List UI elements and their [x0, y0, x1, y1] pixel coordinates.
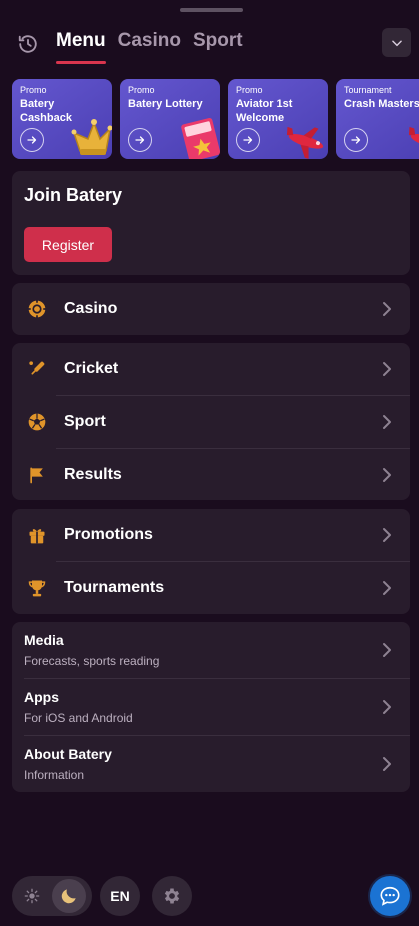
chevron-right-icon — [383, 643, 391, 657]
cricket-bat-icon — [26, 358, 48, 380]
gear-icon — [164, 888, 180, 904]
plane-icon — [286, 126, 324, 159]
casino-chip-icon — [26, 298, 48, 320]
gift-icon — [26, 524, 48, 546]
info-item-media[interactable]: Media Forecasts, sports reading — [12, 622, 410, 679]
lottery-ticket-icon — [181, 117, 220, 159]
chevron-right-icon — [383, 468, 391, 482]
soccer-ball-icon — [26, 411, 48, 433]
info-subtitle: Information — [24, 768, 85, 782]
header: Menu Casino Sport — [0, 24, 419, 68]
tab-casino[interactable]: Casino — [118, 30, 181, 62]
menu-item-label: Tournaments — [64, 579, 165, 596]
drag-handle[interactable] — [180, 8, 243, 12]
tab-sport[interactable]: Sport — [193, 30, 243, 62]
menu-item-promotions[interactable]: Promotions — [12, 509, 410, 562]
info-title: Apps — [24, 689, 59, 705]
join-title: Join Batery — [24, 185, 123, 205]
menu-item-label: Cricket — [64, 360, 119, 377]
moon-icon[interactable] — [52, 879, 86, 913]
chevron-down-icon — [391, 40, 402, 46]
flag-icon — [26, 464, 48, 486]
promo-tag: Tournament — [344, 85, 392, 95]
promo-tag: Promo — [128, 85, 155, 95]
promo-card-crash-masters[interactable]: Tournament Crash Masters — [336, 79, 419, 159]
info-group: Media Forecasts, sports reading Apps For… — [12, 622, 410, 792]
arrow-right-icon[interactable] — [236, 128, 260, 152]
menu-item-label: Casino — [64, 300, 118, 317]
history-icon[interactable] — [14, 30, 42, 58]
info-subtitle: For iOS and Android — [24, 711, 133, 725]
menu-group-sports: Cricket Sport Results — [12, 343, 410, 500]
menu-item-sport[interactable]: Sport — [12, 396, 410, 449]
register-button[interactable]: Register — [24, 227, 112, 262]
language-button[interactable]: EN — [100, 876, 140, 916]
promo-tag: Promo — [236, 85, 263, 95]
arrow-right-icon[interactable] — [128, 128, 152, 152]
chat-button[interactable] — [370, 876, 410, 916]
info-title: About Batery — [24, 746, 112, 762]
theme-toggle[interactable] — [12, 876, 92, 916]
promo-title: Batery Lottery — [128, 98, 203, 110]
tab-bar: Menu Casino Sport — [56, 30, 243, 64]
menu-item-label: Promotions — [64, 526, 153, 543]
arrow-right-icon[interactable] — [344, 128, 368, 152]
chevron-right-icon — [383, 581, 391, 595]
promo-card-cashback[interactable]: Promo Batery Cashback — [12, 79, 112, 159]
tab-menu[interactable]: Menu — [56, 30, 106, 64]
join-panel: Join Batery Register — [12, 171, 410, 275]
chevron-right-icon — [383, 415, 391, 429]
menu-group-casino: Casino — [12, 283, 410, 335]
chevron-right-icon — [383, 700, 391, 714]
menu-item-casino[interactable]: Casino — [12, 283, 410, 336]
promo-carousel[interactable]: Promo Batery Cashback Promo Batery Lotte… — [12, 79, 419, 159]
menu-item-tournaments[interactable]: Tournaments — [12, 562, 410, 615]
arrow-right-icon[interactable] — [20, 128, 44, 152]
crown-icon — [71, 119, 112, 155]
trophy-icon — [26, 577, 48, 599]
chat-bubble-icon — [380, 886, 400, 906]
promo-tag: Promo — [20, 85, 47, 95]
collapse-button[interactable] — [382, 28, 411, 57]
promo-card-aviator[interactable]: Promo Aviator 1st Welcome — [228, 79, 328, 159]
promo-card-lottery[interactable]: Promo Batery Lottery — [120, 79, 220, 159]
menu-item-label: Results — [64, 466, 122, 483]
info-item-about[interactable]: About Batery Information — [12, 736, 410, 793]
info-subtitle: Forecasts, sports reading — [24, 654, 160, 668]
info-title: Media — [24, 632, 64, 648]
menu-item-label: Sport — [64, 413, 106, 430]
plane-icon — [408, 126, 419, 149]
menu-item-results[interactable]: Results — [12, 449, 410, 502]
promo-title: Crash Masters — [344, 98, 419, 110]
chevron-right-icon — [383, 757, 391, 771]
chevron-right-icon — [383, 302, 391, 316]
settings-button[interactable] — [152, 876, 192, 916]
promo-title: Aviator 1st Welcome — [236, 98, 293, 124]
sun-icon[interactable] — [16, 880, 48, 912]
info-item-apps[interactable]: Apps For iOS and Android — [12, 679, 410, 736]
menu-group-rewards: Promotions Tournaments — [12, 509, 410, 614]
chevron-right-icon — [383, 362, 391, 376]
menu-item-cricket[interactable]: Cricket — [12, 343, 410, 396]
chevron-right-icon — [383, 528, 391, 542]
